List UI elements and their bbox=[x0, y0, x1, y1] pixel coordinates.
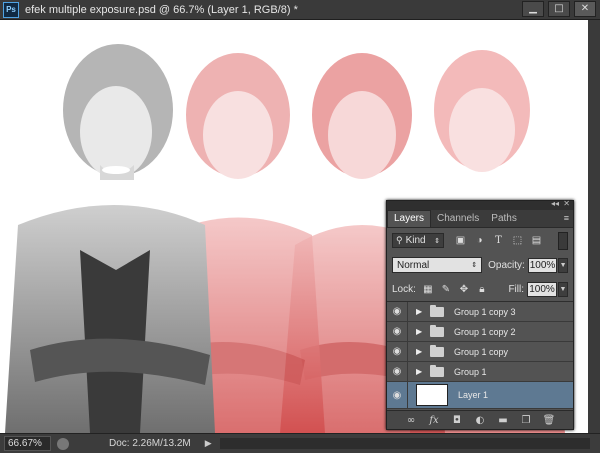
maximize-icon[interactable]: □ bbox=[548, 1, 570, 17]
pixel-filter-icon[interactable]: ▣ bbox=[454, 234, 467, 247]
layer-name: Group 1 copy 3 bbox=[454, 306, 516, 317]
layer-thumbnail bbox=[416, 384, 448, 406]
layer-row-group-1-copy-3[interactable]: ◉ ▶ Group 1 copy 3 bbox=[387, 302, 573, 322]
fill-field[interactable]: 100% bbox=[527, 281, 557, 297]
vertical-scrollbar[interactable] bbox=[588, 20, 600, 433]
layer-name: Group 1 copy 2 bbox=[454, 326, 516, 337]
lock-transparent-pixels-icon[interactable]: ▦ bbox=[422, 283, 434, 295]
visibility-eye-icon[interactable]: ◉ bbox=[387, 302, 408, 321]
panel-menu-icon[interactable]: ≡ bbox=[564, 213, 569, 223]
layer-name: Group 1 bbox=[454, 366, 487, 377]
layers-panel: ◂◂ ✕ Layers Channels Paths ≡ ⚲ Kind ⇕ ▣ … bbox=[386, 199, 574, 430]
photoshop-logo-icon: Ps bbox=[3, 1, 19, 18]
tab-channels[interactable]: Channels bbox=[431, 211, 485, 227]
minimize-icon[interactable]: ▁ bbox=[522, 1, 544, 17]
adjustment-layer-icon[interactable]: ◐ bbox=[473, 414, 487, 426]
chevron-updown-icon: ⇕ bbox=[434, 237, 440, 245]
lock-position-icon[interactable]: ✥ bbox=[458, 283, 470, 295]
layer-name: Layer 1 bbox=[458, 390, 489, 400]
filter-toggle[interactable] bbox=[558, 231, 568, 250]
fill-dropdown-icon[interactable]: ▼ bbox=[558, 281, 568, 297]
folder-icon bbox=[430, 344, 444, 357]
link-layers-icon[interactable]: ∞ bbox=[404, 414, 418, 426]
blend-mode-value: Normal bbox=[397, 259, 430, 271]
opacity-dropdown-icon[interactable]: ▼ bbox=[558, 257, 568, 273]
zoom-field[interactable]: 66.67% bbox=[4, 436, 51, 451]
info-icon[interactable] bbox=[57, 437, 69, 450]
layer-name: Group 1 copy bbox=[454, 346, 509, 357]
blend-mode-select[interactable]: Normal ⇕ bbox=[392, 257, 483, 273]
expand-triangle-icon[interactable]: ▶ bbox=[416, 307, 428, 316]
new-layer-icon[interactable]: ❐ bbox=[519, 414, 533, 426]
visibility-eye-icon[interactable]: ◉ bbox=[387, 322, 408, 341]
status-menu-arrow-icon[interactable]: ▶ bbox=[205, 438, 212, 449]
title-bar: Ps efek multiple exposure.psd @ 66.7% (L… bbox=[0, 0, 600, 20]
filter-kind-label: Kind bbox=[405, 235, 426, 246]
expand-triangle-icon[interactable]: ▶ bbox=[416, 367, 428, 376]
close-panel-icon[interactable]: ✕ bbox=[563, 199, 570, 208]
add-mask-icon[interactable]: ◘ bbox=[450, 414, 464, 426]
lock-label: Lock: bbox=[392, 283, 416, 295]
layer-row-group-1-copy-2[interactable]: ◉ ▶ Group 1 copy 2 bbox=[387, 322, 573, 342]
opacity-field[interactable]: 100% bbox=[527, 257, 558, 273]
adjustment-filter-icon[interactable]: ◑ bbox=[473, 234, 486, 247]
visibility-eye-icon[interactable]: ◉ bbox=[387, 362, 408, 381]
opacity-label: Opacity: bbox=[488, 259, 525, 271]
layers-list: ◉ ▶ Group 1 copy 3 ◉ ▶ Group 1 copy 2 ◉ … bbox=[387, 302, 573, 409]
shape-filter-icon[interactable]: ⬚ bbox=[511, 234, 524, 247]
visibility-eye-icon[interactable]: ◉ bbox=[387, 342, 408, 361]
smart-object-filter-icon[interactable]: ▤ bbox=[530, 234, 543, 247]
layer-row-layer-1[interactable]: ◉ Layer 1 bbox=[387, 382, 573, 409]
document-title: efek multiple exposure.psd @ 66.7% (Laye… bbox=[25, 3, 298, 16]
delete-layer-icon[interactable]: 🗑︎ bbox=[542, 414, 556, 426]
panel-bottom-toolbar: ∞ fx ◘ ◐ ▬ ❐ 🗑︎ bbox=[387, 410, 573, 429]
document-size: Doc: 2.26M/13.2M bbox=[109, 438, 191, 449]
new-group-icon[interactable]: ▬ bbox=[496, 414, 510, 426]
layer-row-group-1-copy[interactable]: ◉ ▶ Group 1 copy bbox=[387, 342, 573, 362]
chevron-updown-icon: ⇕ bbox=[471, 262, 478, 269]
lock-all-icon[interactable]: 🔒︎ bbox=[476, 283, 488, 295]
lock-image-pixels-icon[interactable]: ✎ bbox=[440, 283, 452, 295]
folder-icon bbox=[430, 304, 444, 317]
expand-triangle-icon[interactable]: ▶ bbox=[416, 347, 428, 356]
search-icon: ⚲ bbox=[396, 235, 403, 245]
filter-kind-select[interactable]: ⚲ Kind ⇕ bbox=[392, 233, 444, 248]
layer-row-group-1[interactable]: ◉ ▶ Group 1 bbox=[387, 362, 573, 382]
layer-style-fx-icon[interactable]: fx bbox=[427, 414, 441, 426]
folder-icon bbox=[430, 324, 444, 337]
expand-triangle-icon[interactable]: ▶ bbox=[416, 327, 428, 336]
folder-icon bbox=[430, 364, 444, 377]
fill-label: Fill: bbox=[508, 283, 524, 295]
status-bar: 66.67% Doc: 2.26M/13.2M ▶ bbox=[0, 433, 600, 453]
tab-paths[interactable]: Paths bbox=[485, 211, 523, 227]
type-filter-icon[interactable]: T bbox=[492, 234, 505, 247]
close-icon[interactable]: ✕ bbox=[574, 1, 596, 17]
horizontal-scrollbar[interactable] bbox=[220, 438, 590, 449]
tab-layers[interactable]: Layers bbox=[387, 210, 432, 227]
visibility-eye-icon[interactable]: ◉ bbox=[387, 382, 408, 408]
collapse-panel-icon[interactable]: ◂◂ bbox=[551, 199, 559, 208]
